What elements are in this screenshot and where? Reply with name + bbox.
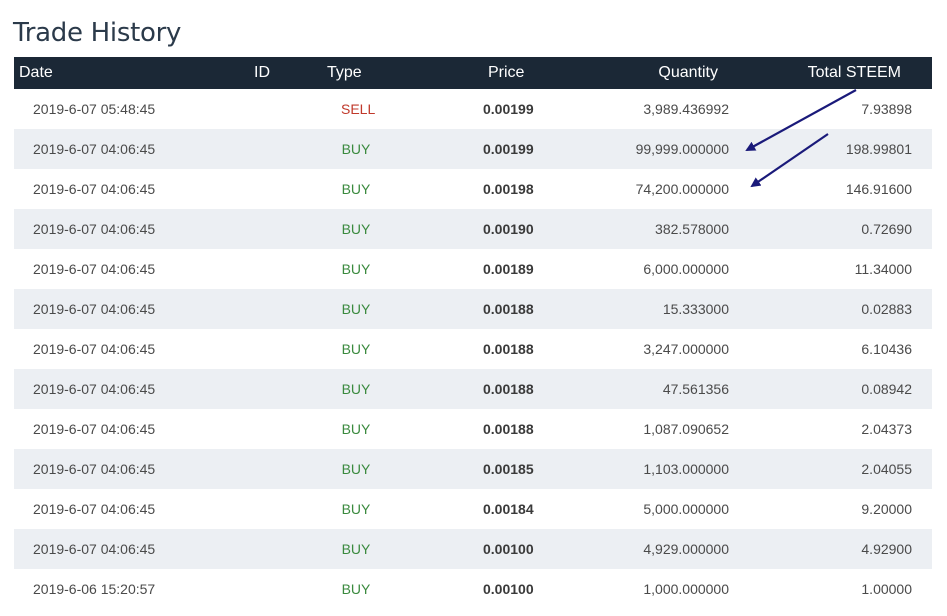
cell-total: 7.93898 <box>861 101 912 117</box>
cell-total: 2.04055 <box>861 461 912 477</box>
cell-price: 0.00190 <box>483 221 534 237</box>
cell-quantity: 1,000.000000 <box>643 581 729 597</box>
table-row: 2019-6-07 04:06:45 BUY 0.00188 47.561356 0.0… <box>14 369 932 409</box>
table-row: 2019-6-07 04:06:45 BUY 0.00189 6,000.000000… <box>14 249 932 289</box>
cell-total: 9.20000 <box>861 501 912 517</box>
header-date[interactable]: Date <box>19 64 53 82</box>
cell-price: 0.00188 <box>483 421 534 437</box>
page-title: Trade History <box>13 18 182 48</box>
cell-quantity: 99,999.000000 <box>635 141 729 157</box>
cell-date: 2019-6-07 04:06:45 <box>33 221 156 237</box>
table-row: 2019-6-07 04:06:45 BUY 0.00184 5,000.000000… <box>14 489 932 529</box>
cell-total: 4.92900 <box>861 541 912 557</box>
cell-quantity: 74,200.000000 <box>635 181 729 197</box>
cell-total: 1.00000 <box>861 581 912 597</box>
cell-type: BUY <box>341 181 371 197</box>
cell-type: BUY <box>341 261 371 277</box>
table-row: 2019-6-07 04:06:45 BUY 0.00199 99,999.00000… <box>14 129 932 169</box>
cell-price: 0.00188 <box>483 341 534 357</box>
cell-date: 2019-6-07 04:06:45 <box>33 301 156 317</box>
cell-type: BUY <box>341 501 371 517</box>
cell-type: BUY <box>341 421 371 437</box>
cell-date: 2019-6-07 05:48:45 <box>33 101 156 117</box>
cell-quantity: 5,000.000000 <box>643 501 729 517</box>
table-row: 2019-6-06 15:20:57 BUY 0.00100 1,000.000000… <box>14 569 932 609</box>
cell-total: 198.99801 <box>845 141 912 157</box>
table-row: 2019-6-07 04:06:45 BUY 0.00188 3,247.000000… <box>14 329 932 369</box>
cell-type: BUY <box>341 381 371 397</box>
cell-date: 2019-6-06 15:20:57 <box>33 581 156 597</box>
cell-total: 0.72690 <box>861 221 912 237</box>
cell-date: 2019-6-07 04:06:45 <box>33 461 156 477</box>
cell-date: 2019-6-07 04:06:45 <box>33 421 156 437</box>
cell-date: 2019-6-07 04:06:45 <box>33 381 156 397</box>
cell-total: 0.08942 <box>861 381 912 397</box>
cell-quantity: 1,103.000000 <box>643 461 729 477</box>
table-row: 2019-6-07 04:06:45 BUY 0.00190 382.578000 0.… <box>14 209 932 249</box>
cell-type: BUY <box>341 341 371 357</box>
cell-price: 0.00185 <box>483 461 534 477</box>
cell-quantity: 47.561356 <box>662 381 729 397</box>
cell-date: 2019-6-07 04:06:45 <box>33 341 156 357</box>
cell-date: 2019-6-07 04:06:45 <box>33 261 156 277</box>
cell-price: 0.00198 <box>483 181 534 197</box>
header-total-steem[interactable]: Total STEEM <box>808 64 901 82</box>
table-row: 2019-6-07 04:06:45 BUY 0.00188 15.333000 0.0… <box>14 289 932 329</box>
cell-date: 2019-6-07 04:06:45 <box>33 501 156 517</box>
cell-date: 2019-6-07 04:06:45 <box>33 141 156 157</box>
cell-quantity: 6,000.000000 <box>643 261 729 277</box>
cell-quantity: 382.578000 <box>655 221 729 237</box>
cell-price: 0.00100 <box>483 541 534 557</box>
cell-type: SELL <box>341 101 376 117</box>
header-price[interactable]: Price <box>488 64 524 82</box>
cell-total: 0.02883 <box>861 301 912 317</box>
header-id[interactable]: ID <box>254 64 270 82</box>
cell-price: 0.00188 <box>483 381 534 397</box>
cell-type: BUY <box>341 301 371 317</box>
table-row: 2019-6-07 04:06:45 BUY 0.00188 1,087.090652… <box>14 409 932 449</box>
trade-history-page: Trade History Date ID Type Price Quantit… <box>0 0 947 616</box>
cell-price: 0.00199 <box>483 101 534 117</box>
table-body: 2019-6-07 05:48:45 SELL 0.00199 3,989.43699… <box>14 89 932 609</box>
cell-quantity: 15.333000 <box>662 301 729 317</box>
cell-type: BUY <box>341 461 371 477</box>
cell-date: 2019-6-07 04:06:45 <box>33 541 156 557</box>
cell-total: 6.10436 <box>861 341 912 357</box>
cell-price: 0.00184 <box>483 501 534 517</box>
cell-date: 2019-6-07 04:06:45 <box>33 181 156 197</box>
cell-type: BUY <box>341 141 371 157</box>
cell-quantity: 1,087.090652 <box>643 421 729 437</box>
cell-type: BUY <box>341 221 371 237</box>
cell-price: 0.00199 <box>483 141 534 157</box>
table-row: 2019-6-07 05:48:45 SELL 0.00199 3,989.43699… <box>14 89 932 129</box>
cell-quantity: 4,929.000000 <box>643 541 729 557</box>
table-row: 2019-6-07 04:06:45 BUY 0.00185 1,103.000000… <box>14 449 932 489</box>
cell-type: BUY <box>341 581 371 597</box>
table-row: 2019-6-07 04:06:45 BUY 0.00100 4,929.000000… <box>14 529 932 569</box>
cell-total: 2.04373 <box>861 421 912 437</box>
cell-total: 146.91600 <box>845 181 912 197</box>
header-type[interactable]: Type <box>327 64 362 82</box>
header-quantity[interactable]: Quantity <box>658 64 718 82</box>
cell-type: BUY <box>341 541 371 557</box>
cell-quantity: 3,247.000000 <box>643 341 729 357</box>
cell-price: 0.00189 <box>483 261 534 277</box>
cell-price: 0.00188 <box>483 301 534 317</box>
table-header: Date ID Type Price Quantity Total STEEM <box>14 57 932 89</box>
cell-total: 11.34000 <box>854 261 912 277</box>
cell-price: 0.00100 <box>483 581 534 597</box>
cell-quantity: 3,989.436992 <box>643 101 729 117</box>
trade-history-table: Date ID Type Price Quantity Total STEEM … <box>14 57 932 609</box>
table-row: 2019-6-07 04:06:45 BUY 0.00198 74,200.00000… <box>14 169 932 209</box>
